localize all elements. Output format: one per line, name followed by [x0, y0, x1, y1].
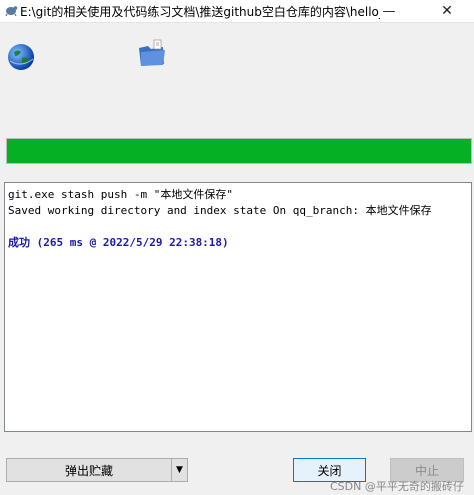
output-log[interactable]: git.exe stash push -m "本地文件保存" Saved wor…	[4, 182, 472, 432]
progress-bar	[6, 138, 472, 164]
minimize-button[interactable]: —	[372, 0, 406, 22]
log-line-command: git.exe stash push -m "本地文件保存"	[8, 188, 233, 201]
log-line-result: Saved working directory and index state …	[8, 204, 432, 217]
watermark: CSDN @平平无奇的搬砖仔	[330, 480, 464, 493]
folder-icon	[139, 39, 165, 66]
stash-dropdown-button[interactable]: ▼	[171, 458, 188, 482]
success-line: 成功 (265 ms @ 2022/5/29 22:38:18)	[8, 235, 468, 251]
stash-pop-button[interactable]: 弹出贮藏	[6, 458, 172, 482]
tortoisegit-turtle-icon	[5, 6, 18, 17]
title-bar: E:\git的相关使用及代码练习文档\推送github空白仓库的内容\hello…	[0, 0, 474, 23]
close-window-button[interactable]: ✕	[430, 0, 464, 22]
progress-fill	[7, 139, 471, 163]
success-detail: (265 ms @ 2022/5/29 22:38:18)	[30, 236, 229, 249]
globe-icon	[8, 44, 34, 70]
window-title: E:\git的相关使用及代码练习文档\推送github空白仓库的内容\hello…	[20, 5, 380, 19]
success-label: 成功	[8, 236, 30, 249]
